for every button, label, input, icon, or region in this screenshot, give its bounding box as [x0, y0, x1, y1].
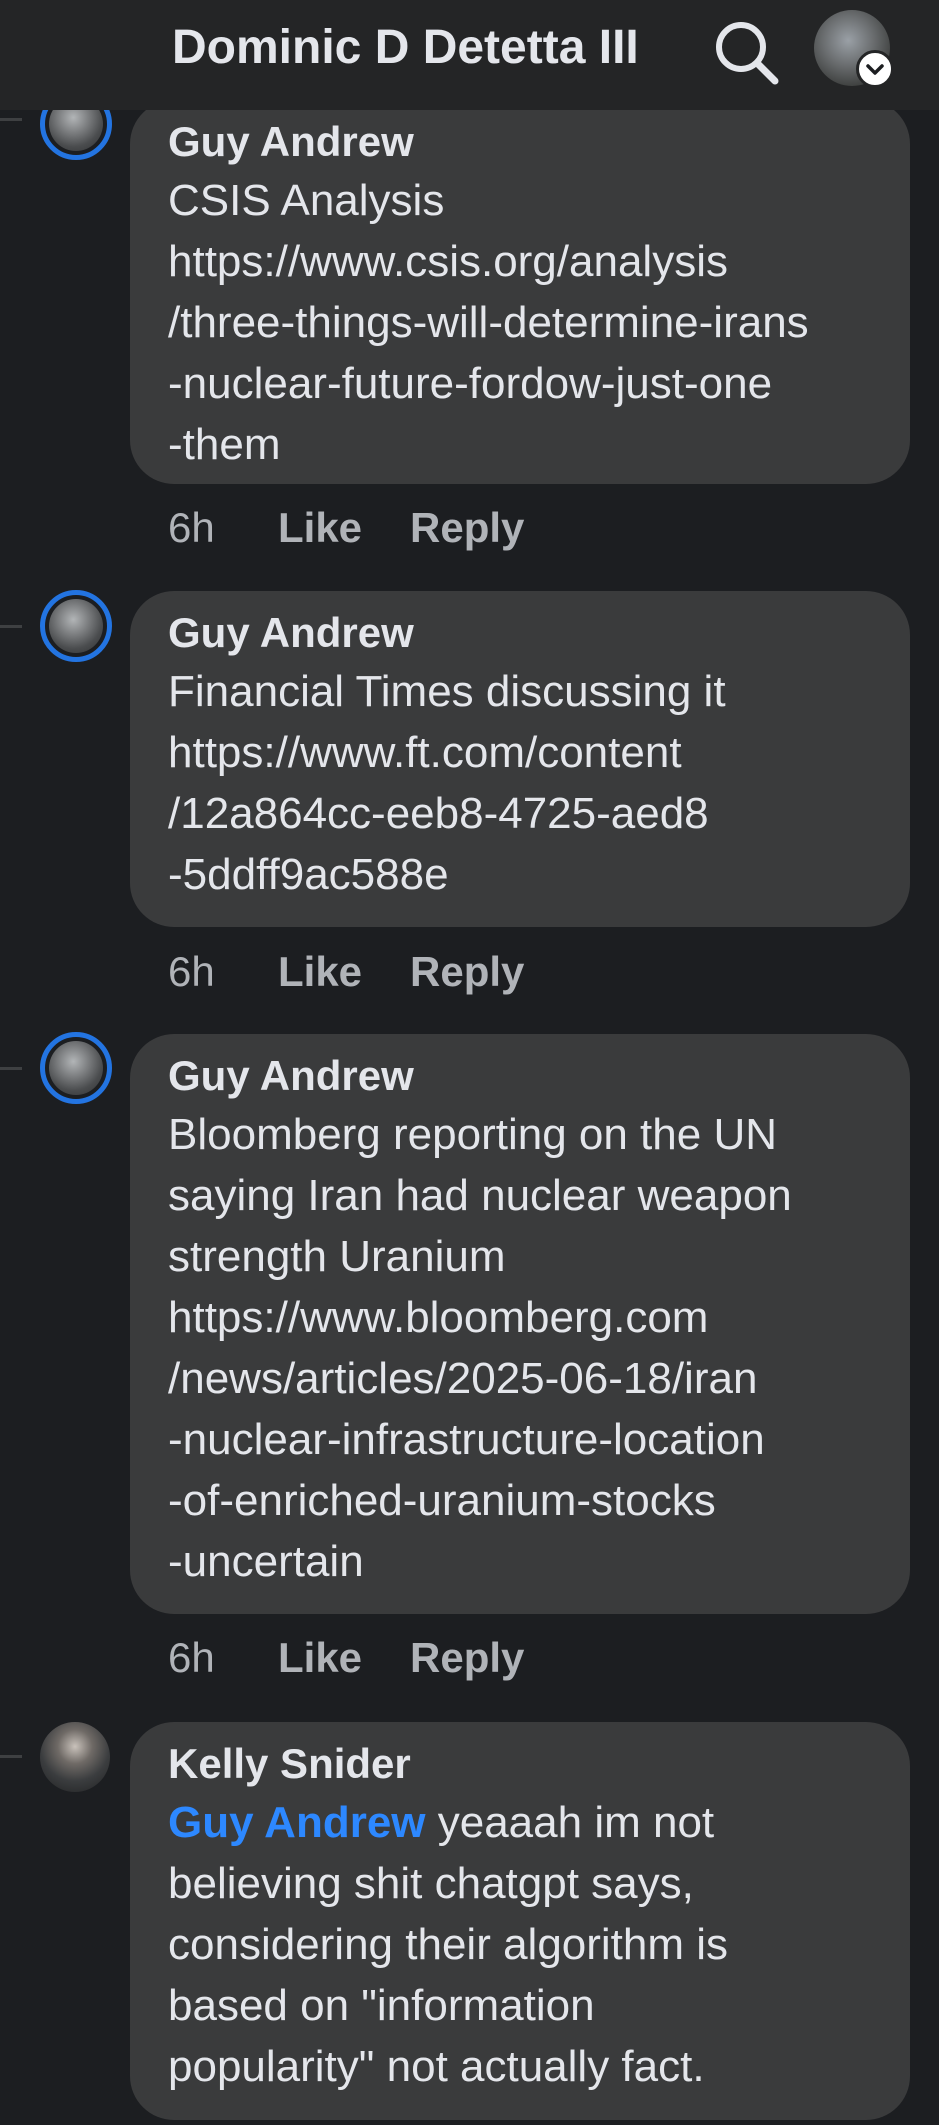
avatar[interactable]: [40, 1722, 110, 1792]
comment-timestamp[interactable]: 6h: [168, 1630, 278, 1686]
comment-bubble: Guy Andrew Bloomberg reporting on the UN…: [130, 1034, 910, 1614]
comment-bubble: Guy Andrew Financial Times discussing it…: [130, 591, 910, 927]
comment-bubble: Guy Andrew CSIS Analysis https://www.csi…: [130, 100, 910, 484]
comment-actions: 6h Like Reply: [168, 1630, 524, 1686]
like-button[interactable]: Like: [278, 944, 410, 1000]
thread-connector: [0, 625, 22, 628]
comment-author[interactable]: Guy Andrew: [168, 1048, 880, 1104]
thread-connector: [0, 1755, 22, 1758]
comment-text: Financial Times discussing it https://ww…: [168, 667, 726, 899]
page-title: Dominic D Detetta III: [172, 21, 639, 74]
chevron-down-icon: [866, 64, 884, 75]
avatar[interactable]: [40, 1032, 112, 1104]
search-button[interactable]: [706, 12, 786, 92]
like-button[interactable]: Like: [278, 1630, 410, 1686]
comment-actions: 6h Like Reply: [168, 944, 524, 1000]
mention-link[interactable]: Guy Andrew: [168, 1798, 426, 1847]
thread-connector: [0, 1067, 22, 1070]
reply-button[interactable]: Reply: [410, 500, 524, 556]
account-menu-button[interactable]: [856, 50, 894, 88]
comment-timestamp[interactable]: 6h: [168, 944, 278, 1000]
comment-actions: 6h Like Reply: [168, 500, 524, 556]
top-bar: Dominic D Detetta III: [0, 0, 939, 110]
comment-bubble: Kelly Snider Guy Andrew yeaaah im not be…: [130, 1722, 910, 2120]
avatar[interactable]: [40, 590, 112, 662]
comment-timestamp[interactable]: 6h: [168, 500, 278, 556]
comment-text: CSIS Analysis https://www.csis.org/analy…: [168, 176, 809, 469]
search-icon: [716, 22, 779, 85]
reply-button[interactable]: Reply: [410, 944, 524, 1000]
reply-button[interactable]: Reply: [410, 1630, 524, 1686]
thread-connector: [0, 118, 22, 121]
comment-text: Bloomberg reporting on the UN saying Ira…: [168, 1110, 792, 1586]
comment-author[interactable]: Kelly Snider: [168, 1736, 880, 1792]
comment-text: Guy Andrew yeaaah im not believing shit …: [168, 1792, 880, 2097]
comment-author[interactable]: Guy Andrew: [168, 605, 880, 661]
comment-author[interactable]: Guy Andrew: [168, 114, 880, 170]
like-button[interactable]: Like: [278, 500, 410, 556]
